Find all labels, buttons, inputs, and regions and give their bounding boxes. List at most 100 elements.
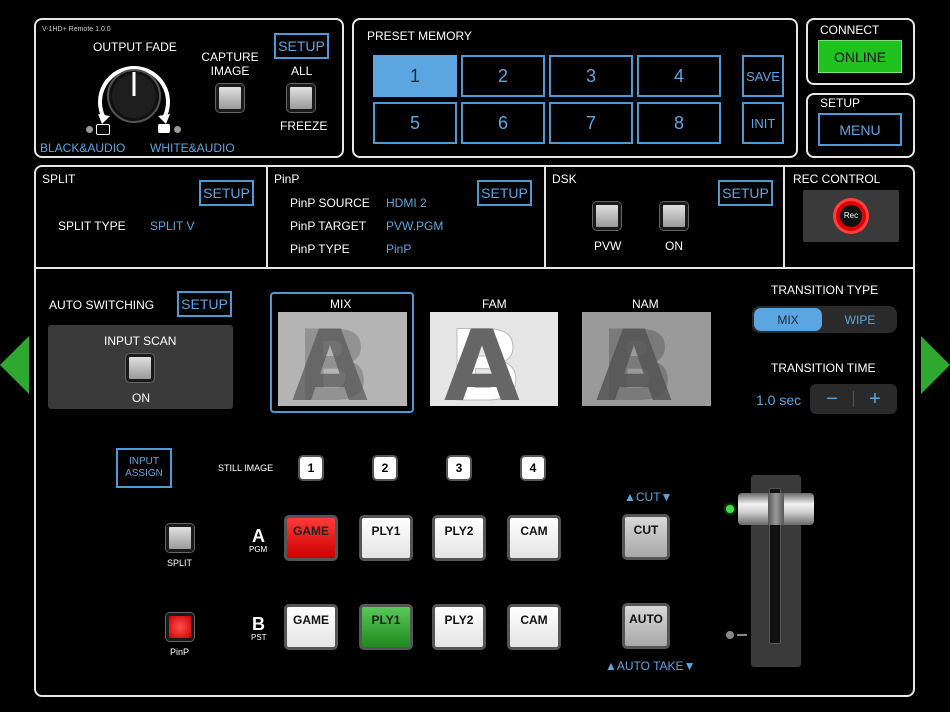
input-scan-on-label: ON — [132, 391, 150, 405]
all-label: ALL — [291, 64, 313, 78]
still-image-button-4[interactable]: 4 — [522, 457, 544, 479]
cut-top-label: ▲CUT▼ — [624, 490, 673, 504]
transition-time-minus[interactable]: − — [812, 386, 852, 412]
pinp-target-value: PVW.PGM — [386, 219, 444, 233]
dsk-pvw-label: PVW — [594, 239, 622, 253]
setup-title: SETUP — [820, 96, 861, 110]
pgm-game-button[interactable]: GAME — [284, 515, 338, 561]
transition-time-plus[interactable]: + — [855, 386, 895, 412]
still-image-button-1[interactable]: 1 — [300, 457, 322, 479]
freeze-label: FREEZE — [280, 119, 328, 133]
white-audio-label: WHITE&AUDIO — [150, 141, 235, 155]
pinp-type-value: PinP — [386, 242, 412, 256]
menu-button[interactable]: MENU — [818, 113, 902, 146]
tbar-green-indicator — [726, 505, 734, 513]
input-assign-button[interactable]: INPUT ASSIGN — [116, 448, 172, 488]
tbar-handle-grip — [768, 493, 784, 525]
init-button[interactable]: INIT — [742, 102, 784, 144]
split-toggle-button[interactable] — [166, 524, 194, 552]
dsk-on-label: ON — [665, 239, 683, 253]
transition-type-wipe[interactable]: WIPE — [826, 308, 894, 331]
a-bus-label: A — [252, 526, 265, 546]
pst-ply2-button[interactable]: PLY2 — [432, 604, 486, 650]
black-toggle[interactable] — [96, 124, 110, 135]
transition-time-value: 1.0 sec — [756, 392, 802, 408]
pst-ply1-button[interactable]: PLY1 — [359, 604, 413, 650]
pst-label: PST — [251, 633, 267, 642]
tbar-grey-indicator — [726, 631, 734, 639]
dsk-on-button[interactable] — [660, 202, 688, 230]
split-toggle-label: SPLIT — [167, 558, 193, 568]
black-audio-label: BLACK&AUDIO — [40, 141, 126, 155]
divider-pinp-dsk — [544, 166, 546, 268]
transition-type-mix[interactable]: MIX — [754, 308, 822, 331]
pgm-label: PGM — [249, 545, 268, 554]
pgm-cam-button[interactable]: CAM — [507, 515, 561, 561]
cut-button[interactable]: CUT — [622, 514, 670, 560]
b-bus-label: B — [252, 614, 265, 634]
preset-button-6[interactable]: 6 — [461, 102, 545, 144]
save-button[interactable]: SAVE — [742, 55, 784, 97]
pinp-type-label: PinP TYPE — [290, 242, 350, 256]
nav-left-arrow-icon[interactable] — [0, 336, 30, 394]
pinp-toggle-label: PinP — [170, 647, 190, 657]
white-indicator — [174, 126, 181, 133]
black-indicator — [86, 126, 93, 133]
split-type-label: SPLIT TYPE — [58, 219, 126, 233]
app-version: V-1HD+ Remote 1.0.0 — [42, 26, 111, 33]
auto-button[interactable]: AUTO — [622, 603, 670, 649]
dsk-pvw-button[interactable] — [593, 202, 621, 230]
preset-button-2[interactable]: 2 — [461, 55, 545, 97]
rec-button[interactable]: Rec — [803, 190, 899, 242]
dsk-setup-button[interactable]: SETUP — [718, 180, 773, 206]
preset-button-7[interactable]: 7 — [549, 102, 633, 144]
rec-record-icon: Rec — [833, 198, 869, 234]
connect-title: CONNECT — [820, 23, 880, 37]
split-type-value: SPLIT V — [150, 219, 195, 233]
pinp-source-label: PinP SOURCE — [290, 196, 370, 210]
split-setup-button[interactable]: SETUP — [199, 180, 254, 206]
divider-dsk-rec — [783, 166, 785, 268]
preset-memory-title: PRESET MEMORY — [367, 29, 472, 43]
pinp-source-value: HDMI 2 — [386, 196, 427, 210]
fam-label: FAM — [482, 297, 507, 311]
auto-switching-setup-button[interactable]: SETUP — [177, 291, 232, 317]
svg-text:A: A — [596, 312, 672, 406]
input-scan-button[interactable] — [126, 354, 154, 382]
preset-button-4[interactable]: 4 — [637, 55, 721, 97]
pst-cam-button[interactable]: CAM — [507, 604, 561, 650]
svg-text:A: A — [292, 312, 368, 406]
pgm-ply1-button[interactable]: PLY1 — [359, 515, 413, 561]
tbar-handle[interactable] — [738, 493, 814, 525]
auto-switching-title: AUTO SWITCHING — [49, 298, 155, 312]
capture-image-button[interactable] — [216, 84, 244, 112]
rec-label: Rec — [840, 205, 862, 227]
freeze-button[interactable] — [287, 84, 315, 112]
output-setup-button[interactable]: SETUP — [274, 33, 329, 59]
preset-button-3[interactable]: 3 — [549, 55, 633, 97]
white-toggle[interactable] — [158, 124, 170, 133]
pinp-setup-button[interactable]: SETUP — [477, 180, 532, 206]
auto-take-label: ▲AUTO TAKE▼ — [605, 659, 696, 673]
pgm-ply2-button[interactable]: PLY2 — [432, 515, 486, 561]
dsk-title: DSK — [552, 172, 577, 186]
nam-thumbnail-icon[interactable]: B A — [582, 312, 711, 406]
nav-right-arrow-icon[interactable] — [920, 336, 950, 394]
preset-button-8[interactable]: 8 — [637, 102, 721, 144]
output-fade-label: OUTPUT FADE — [93, 40, 177, 54]
pinp-target-label: PinP TARGET — [290, 219, 367, 233]
pst-game-button[interactable]: GAME — [284, 604, 338, 650]
fam-thumbnail-icon[interactable]: B A — [430, 312, 558, 406]
svg-text:A: A — [444, 312, 520, 406]
divider-split-pinp — [266, 166, 268, 268]
pinp-title: PinP — [274, 172, 300, 186]
stepper-divider — [853, 391, 854, 407]
mix-thumbnail-icon: B A — [278, 312, 407, 406]
online-button[interactable]: ONLINE — [818, 40, 902, 73]
preset-button-1[interactable]: 1 — [373, 55, 457, 97]
still-image-button-2[interactable]: 2 — [374, 457, 396, 479]
preset-button-5[interactable]: 5 — [373, 102, 457, 144]
still-image-button-3[interactable]: 3 — [448, 457, 470, 479]
transition-time-title: TRANSITION TIME — [771, 361, 876, 375]
pinp-toggle-button[interactable] — [166, 613, 194, 641]
